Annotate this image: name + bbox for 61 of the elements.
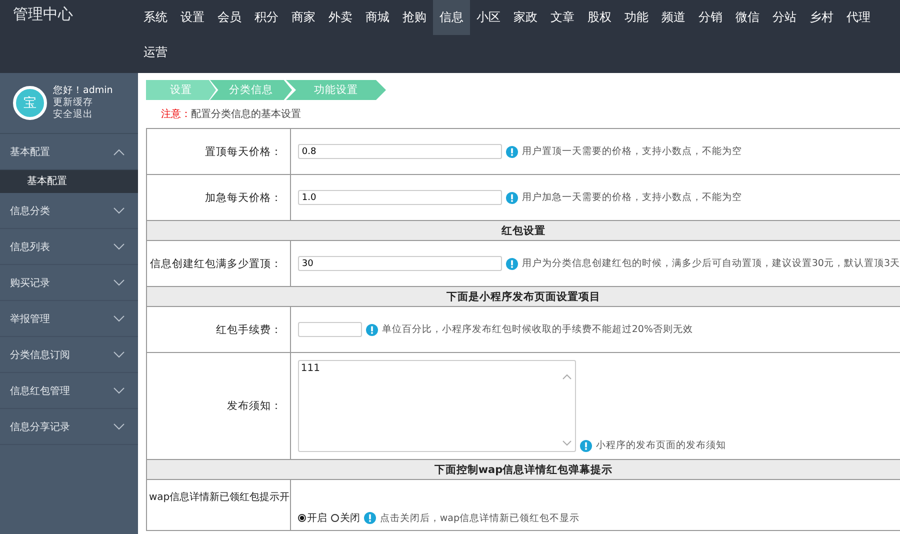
nav-tab[interactable]: 乡村 xyxy=(803,0,840,35)
sidebar-item[interactable]: 举报管理 xyxy=(0,301,138,337)
hint-text: 小程序的发布页面的发布须知 xyxy=(596,439,726,452)
field-label: wap信息详情新已领红包提示开 xyxy=(146,480,290,530)
nav-tab[interactable]: 信息 xyxy=(433,0,470,35)
section-header: 下面是小程序发布页面设置项目 xyxy=(146,286,900,306)
nav-tab[interactable]: 代理 xyxy=(840,0,877,35)
sidebar-item[interactable]: 分类信息订阅 xyxy=(0,337,138,373)
nav-tab[interactable]: 小区 xyxy=(470,0,507,35)
sidebar-item[interactable]: 信息红包管理 xyxy=(0,373,138,409)
field-label: 红包手续费： xyxy=(146,306,290,352)
sidebar-item[interactable]: 购买记录 xyxy=(0,265,138,301)
nav-tab[interactable]: 运营 xyxy=(137,35,174,70)
nav-tab[interactable]: 家政 xyxy=(507,0,544,35)
nav-tab[interactable]: 积分 xyxy=(248,0,285,35)
notice-text: 注意：配置分类信息的基本设置 xyxy=(161,109,302,121)
hint-text: 用户置顶一天需要的价格，支持小数点，不能为空 xyxy=(522,145,742,158)
info-icon xyxy=(506,192,518,204)
nav-tab[interactable]: 设置 xyxy=(174,0,211,35)
input-field[interactable]: 30 xyxy=(298,256,502,271)
nav-tab[interactable]: 微信 xyxy=(729,0,766,35)
sidebar-subitem[interactable]: 基本配置 xyxy=(0,170,138,193)
hint-text: 用户为分类信息创建红包的时候，满多少后可自动置顶，建议设置30元，默认置顶3天 xyxy=(522,257,900,270)
info-icon xyxy=(506,258,518,270)
field-label: 置顶每天价格： xyxy=(146,128,290,174)
hint-text: 点击关闭后，wap信息详情新已领红包不显示 xyxy=(380,512,580,524)
section-header: 红包设置 xyxy=(146,220,900,240)
app-title: 管理中心 xyxy=(12,4,74,24)
text-area-value: 111 xyxy=(300,363,320,376)
info-icon xyxy=(364,512,376,524)
user-link[interactable]: 更新缓存 xyxy=(53,97,113,109)
input-field[interactable] xyxy=(298,322,362,337)
nav-tab[interactable]: 分站 xyxy=(766,0,803,35)
text-area[interactable]: 111 xyxy=(298,360,576,452)
info-icon xyxy=(506,146,518,158)
nav-tab[interactable]: 分销 xyxy=(692,0,729,35)
greeting-text: 您好！admin xyxy=(53,85,113,97)
hint-text: 用户加急一天需要的价格，支持小数点，不能为空 xyxy=(522,191,742,204)
hint-text: 单位百分比，小程序发布红包时候收取的手续费不能超过20%否则无效 xyxy=(382,323,693,336)
info-icon xyxy=(580,440,592,452)
nav-tab[interactable]: 频道 xyxy=(655,0,692,35)
info-icon xyxy=(366,324,378,336)
sidebar-item[interactable]: 信息分享记录 xyxy=(0,409,138,445)
nav-tab[interactable]: 商城 xyxy=(359,0,396,35)
radio-option[interactable]: 开启 xyxy=(298,512,327,524)
nav-tab[interactable]: 商家 xyxy=(285,0,322,35)
nav-tab[interactable]: 外卖 xyxy=(322,0,359,35)
nav-tab[interactable]: 会员 xyxy=(211,0,248,35)
sidebar-item[interactable]: 信息分类 xyxy=(0,193,138,229)
nav-tab[interactable]: 功能 xyxy=(618,0,655,35)
radio-option[interactable]: 关闭 xyxy=(330,512,360,524)
section-header: 下面控制wap信息详情红包弹幕提示 xyxy=(146,460,900,480)
sidebar-item[interactable]: 信息列表 xyxy=(0,229,138,265)
input-field[interactable]: 0.8 xyxy=(298,144,502,159)
nav-tab[interactable]: 文章 xyxy=(544,0,581,35)
nav-tab[interactable]: 股权 xyxy=(581,0,618,35)
nav-tab[interactable]: 抢购 xyxy=(396,0,433,35)
user-link[interactable]: 安全退出 xyxy=(53,109,113,121)
nav-tab[interactable]: 系统 xyxy=(137,0,174,35)
avatar: 宝 xyxy=(13,86,47,120)
input-field[interactable]: 1.0 xyxy=(298,190,502,205)
